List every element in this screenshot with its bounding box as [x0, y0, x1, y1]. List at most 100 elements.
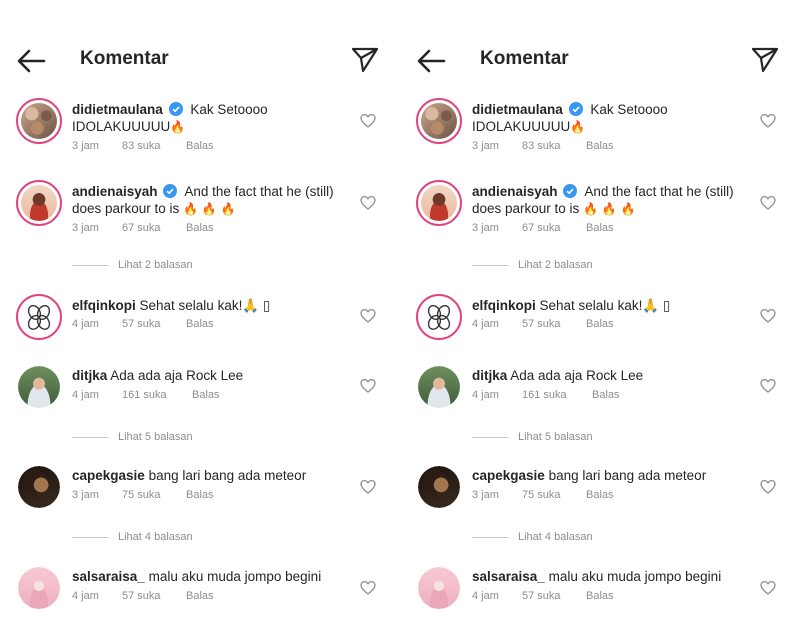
avatar[interactable]	[418, 567, 460, 609]
like-count[interactable]: 75 suka	[522, 489, 586, 501]
comment-item: salsaraisa_ malu aku muda jompo begini 4…	[400, 567, 800, 639]
heart-icon[interactable]	[760, 113, 776, 129]
comment-meta: 3 jam 67 suka Balas	[472, 222, 614, 234]
reply-button[interactable]: Balas	[186, 222, 214, 234]
view-replies-button[interactable]: Lihat 2 balasan	[72, 259, 193, 271]
like-count[interactable]: 57 suka	[522, 318, 586, 330]
comment-item: andienaisyah And the fact that he (still…	[400, 180, 800, 252]
view-replies-button[interactable]: Lihat 4 balasan	[472, 531, 593, 543]
like-count[interactable]: 75 suka	[122, 489, 186, 501]
comment-text: capekgasie bang lari bang ada meteor	[72, 467, 342, 484]
reply-button[interactable]: Balas	[186, 318, 214, 330]
send-icon[interactable]	[350, 44, 380, 74]
avatar[interactable]	[18, 567, 60, 609]
reply-button[interactable]: Balas	[192, 389, 220, 401]
comment-text: elfqinkopi Sehat selalu kak!🙏 ▯	[472, 297, 742, 314]
heart-icon[interactable]	[760, 378, 776, 394]
avatar[interactable]	[16, 294, 62, 340]
reply-button[interactable]: Balas	[186, 140, 214, 152]
avatar-photo	[421, 185, 457, 221]
reply-button[interactable]: Balas	[186, 489, 214, 501]
reply-button[interactable]: Balas	[586, 140, 614, 152]
view-replies-button[interactable]: Lihat 5 balasan	[72, 431, 193, 443]
like-count[interactable]: 161 suka	[522, 389, 592, 401]
like-count[interactable]: 83 suka	[522, 140, 586, 152]
username[interactable]: salsaraisa_	[72, 569, 145, 584]
avatar[interactable]	[418, 366, 460, 408]
comment-meta: 4 jam 57 suka Balas	[472, 590, 614, 602]
back-arrow-icon[interactable]	[14, 46, 48, 76]
view-replies-button[interactable]: Lihat 5 balasan	[472, 431, 593, 443]
comments-screen-left: Komentar didietmaulana Kak Setoooo IDOLA…	[0, 0, 400, 640]
view-replies-button[interactable]: Lihat 2 balasan	[472, 259, 593, 271]
heart-icon[interactable]	[760, 308, 776, 324]
reply-button[interactable]: Balas	[592, 389, 620, 401]
username[interactable]: ditjka	[472, 368, 507, 383]
avatar[interactable]	[18, 466, 60, 508]
username[interactable]: andienaisyah	[472, 184, 558, 199]
comment-item: ditjka Ada ada aja Rock Lee 4 jam 161 suk…	[0, 366, 400, 438]
comment-time: 4 jam	[472, 590, 499, 602]
avatar[interactable]	[16, 180, 62, 226]
view-replies-button[interactable]: Lihat 4 balasan	[72, 531, 193, 543]
comment-text: andienaisyah And the fact that he (still…	[472, 183, 742, 218]
avatar[interactable]	[418, 466, 460, 508]
comment-meta: 4 jam 57 suka Balas	[72, 318, 214, 330]
heart-icon[interactable]	[360, 113, 376, 129]
like-count[interactable]: 67 suka	[522, 222, 586, 234]
heart-icon[interactable]	[760, 195, 776, 211]
username[interactable]: ditjka	[72, 368, 107, 383]
reply-button[interactable]: Balas	[186, 590, 214, 602]
heart-icon[interactable]	[360, 580, 376, 596]
like-count[interactable]: 57 suka	[122, 318, 186, 330]
reply-button[interactable]: Balas	[586, 489, 614, 501]
heart-icon[interactable]	[760, 479, 776, 495]
username[interactable]: elfqinkopi	[472, 298, 536, 313]
avatar[interactable]	[18, 366, 60, 408]
comment-time: 4 jam	[72, 318, 99, 330]
avatar[interactable]	[416, 294, 462, 340]
username[interactable]: elfqinkopi	[72, 298, 136, 313]
heart-icon[interactable]	[360, 195, 376, 211]
view-replies-label: Lihat 5 balasan	[118, 431, 193, 443]
back-arrow-icon[interactable]	[414, 46, 448, 76]
like-count[interactable]: 83 suka	[122, 140, 186, 152]
avatar[interactable]	[416, 180, 462, 226]
like-count[interactable]: 57 suka	[122, 590, 186, 602]
comment-text: ditjka Ada ada aja Rock Lee	[472, 367, 742, 384]
comment-item: capekgasie bang lari bang ada meteor 3 j…	[400, 466, 800, 538]
reply-button[interactable]: Balas	[586, 222, 614, 234]
heart-icon[interactable]	[760, 580, 776, 596]
reply-button[interactable]: Balas	[586, 590, 614, 602]
view-replies-label: Lihat 4 balasan	[118, 531, 193, 543]
comment-text: salsaraisa_ malu aku muda jompo begini	[72, 568, 342, 585]
like-count[interactable]: 67 suka	[122, 222, 186, 234]
username[interactable]: didietmaulana	[72, 102, 163, 117]
fire-emoji: 🔥	[570, 120, 586, 134]
username[interactable]: andienaisyah	[72, 184, 158, 199]
avatar-photo	[21, 185, 57, 221]
like-count[interactable]: 57 suka	[522, 590, 586, 602]
comment-body: malu aku muda jompo begini	[548, 569, 722, 584]
comment-text: ditjka Ada ada aja Rock Lee	[72, 367, 342, 384]
avatar[interactable]	[416, 98, 462, 144]
username[interactable]: capekgasie	[72, 468, 145, 483]
verified-badge-icon	[568, 102, 583, 116]
username[interactable]: didietmaulana	[472, 102, 563, 117]
heart-icon[interactable]	[360, 308, 376, 324]
heart-icon[interactable]	[360, 378, 376, 394]
heart-icon[interactable]	[360, 479, 376, 495]
comment-time: 3 jam	[472, 222, 499, 234]
divider-line	[72, 436, 108, 438]
send-icon[interactable]	[750, 44, 780, 74]
comment-item: elfqinkopi Sehat selalu kak!🙏 ▯ 4 jam 57 …	[400, 294, 800, 366]
comment-item: elfqinkopi Sehat selalu kak!🙏 ▯ 4 jam 57 …	[0, 294, 400, 366]
reply-button[interactable]: Balas	[586, 318, 614, 330]
avatar[interactable]	[16, 98, 62, 144]
view-replies-label: Lihat 4 balasan	[518, 531, 593, 543]
like-count[interactable]: 161 suka	[122, 389, 192, 401]
username[interactable]: capekgasie	[472, 468, 545, 483]
divider-line	[472, 436, 508, 438]
username[interactable]: salsaraisa_	[472, 569, 545, 584]
comment-time: 4 jam	[472, 389, 499, 401]
